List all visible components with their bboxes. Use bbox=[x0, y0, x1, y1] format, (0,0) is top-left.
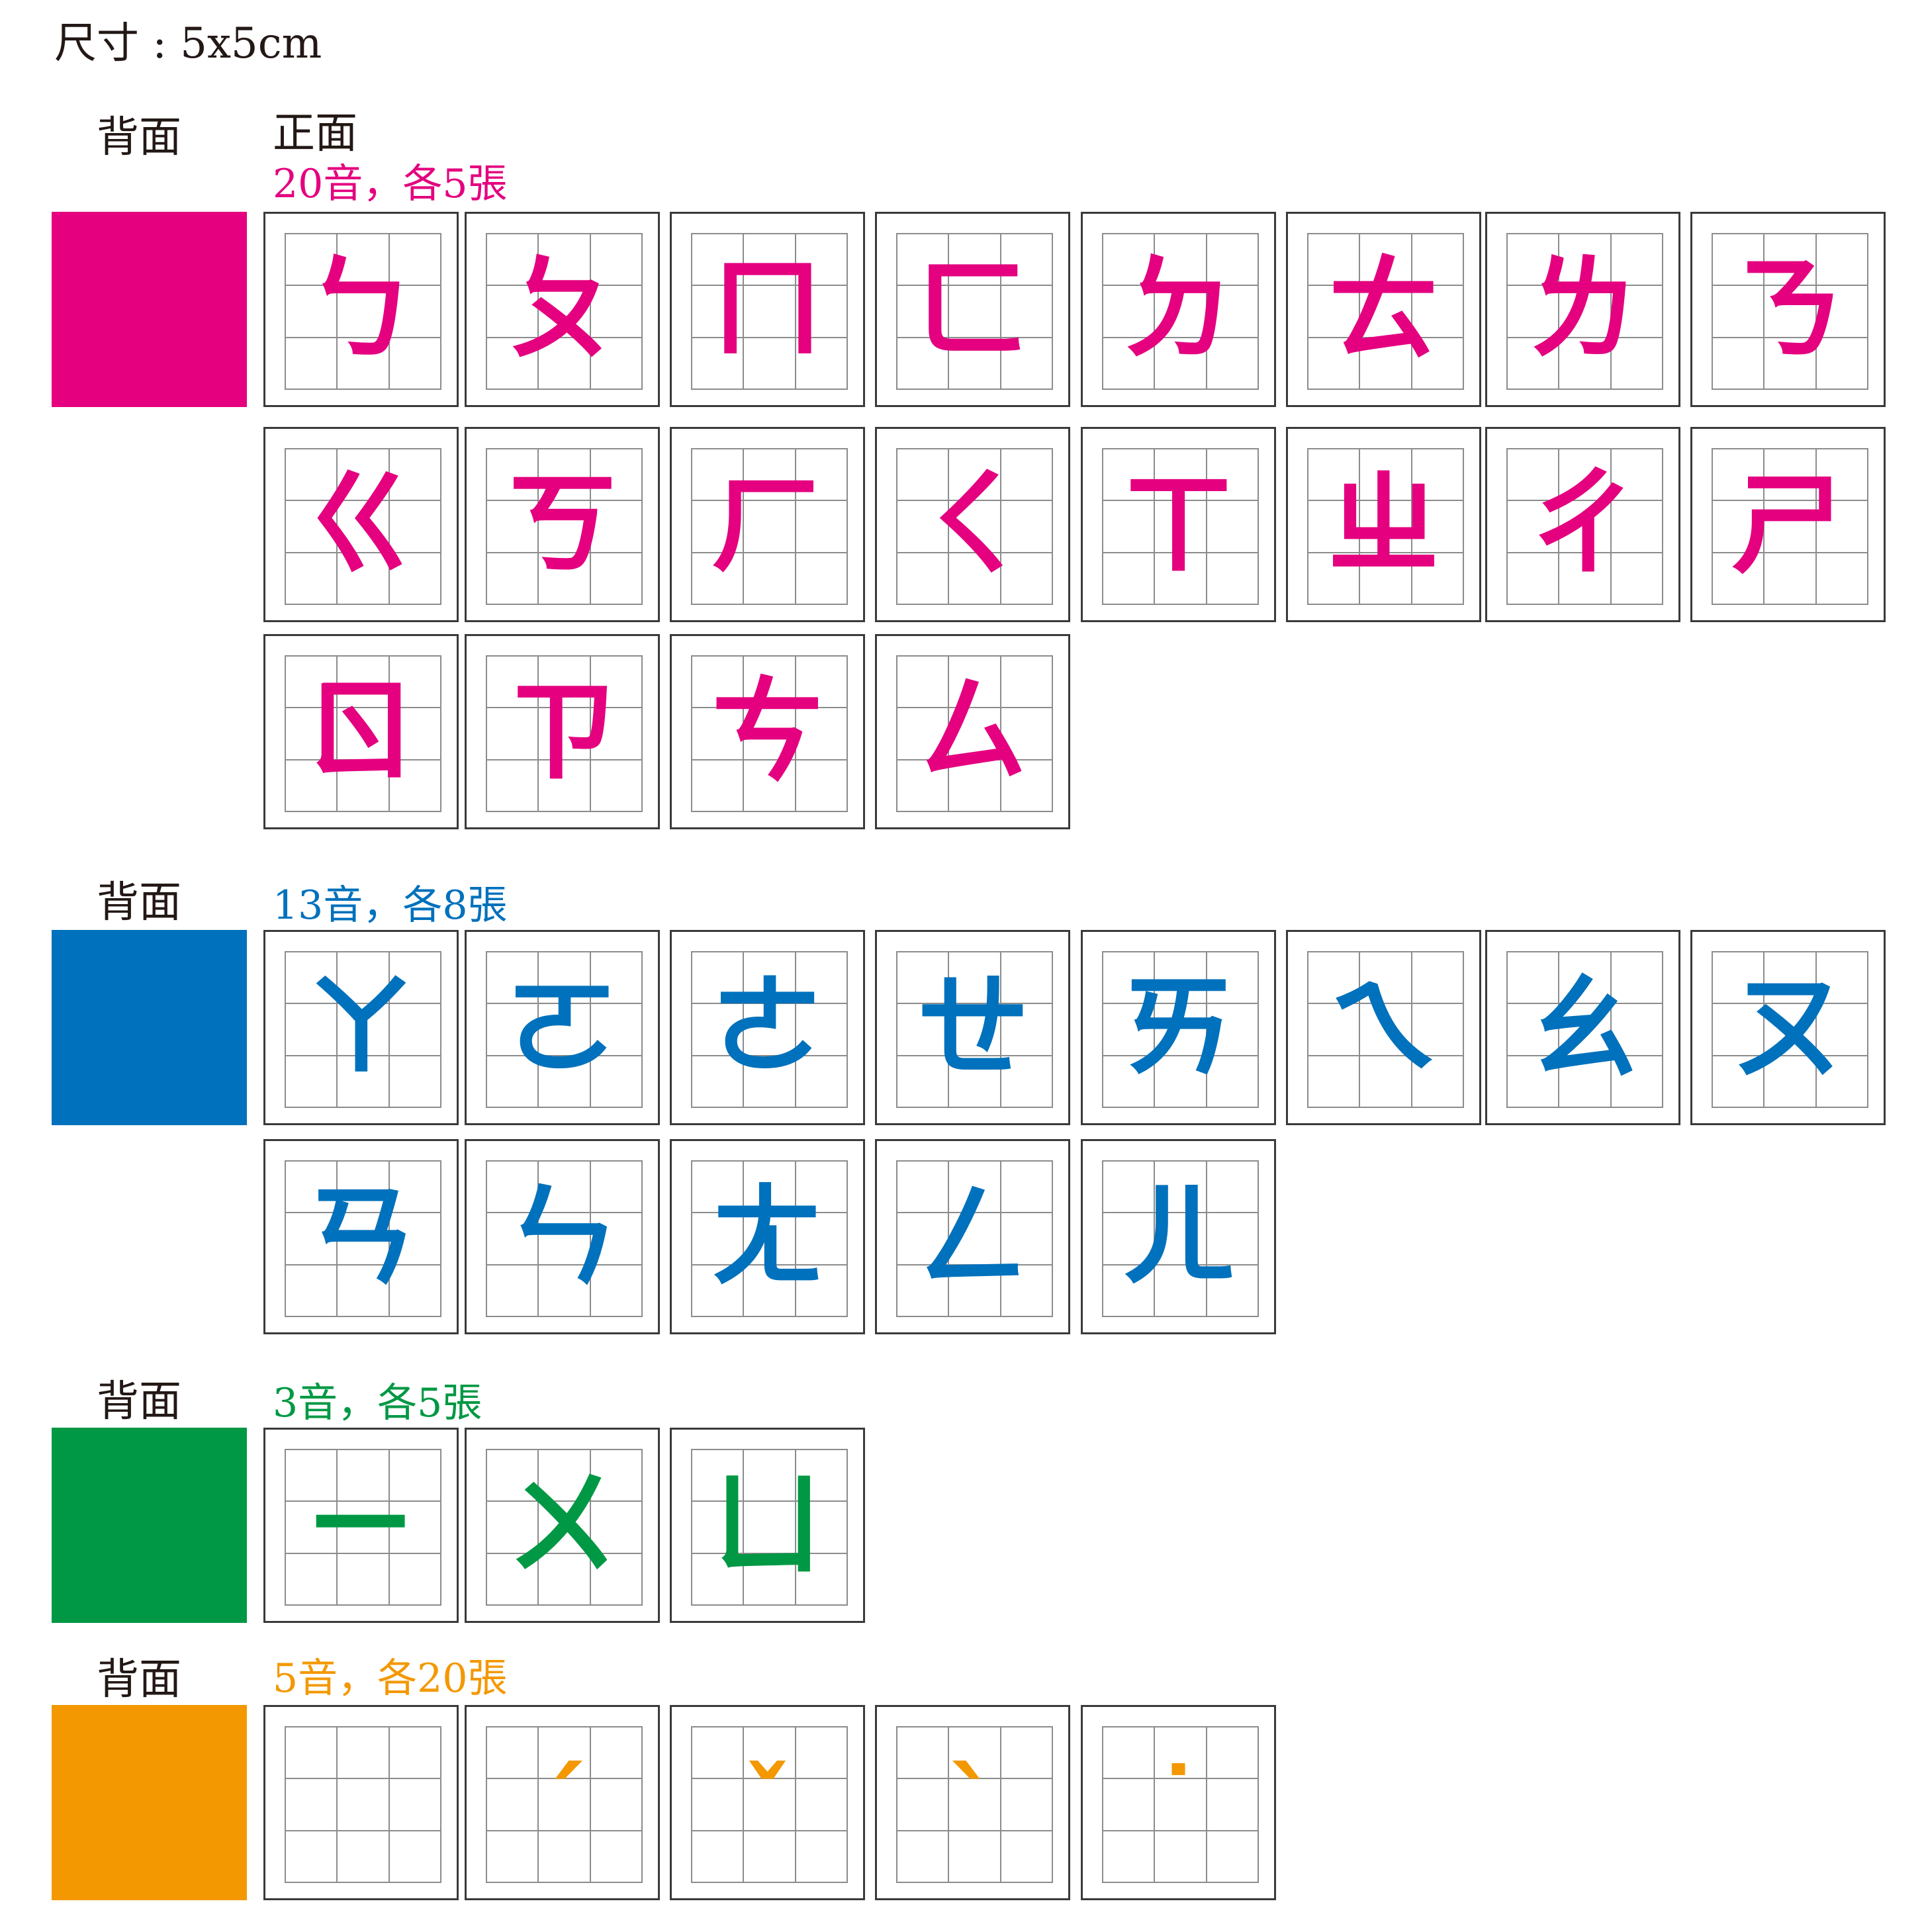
count-label: 5音，各20張 bbox=[273, 1655, 508, 1702]
zhuyin-card: ㄚ bbox=[263, 930, 459, 1125]
zhuyin-card: ㄓ bbox=[1286, 427, 1481, 622]
zhuyin-symbol: ㄅ bbox=[304, 244, 418, 375]
back-color-swatch bbox=[52, 930, 247, 1125]
zhuyin-card: ㄕ bbox=[1690, 427, 1886, 622]
zhuyin-symbol: ㄞ bbox=[1122, 962, 1235, 1093]
zhuyin-symbol: ㄣ bbox=[506, 1171, 619, 1303]
zhuyin-symbol: ㄍ bbox=[304, 459, 418, 590]
zhuyin-card: ˊ bbox=[465, 1705, 660, 1900]
zhuyin-symbol: ˇ bbox=[743, 1748, 792, 1864]
zhuyin-symbol: ㄊ bbox=[1327, 244, 1440, 375]
count-label: 3音，各5張 bbox=[273, 1380, 482, 1426]
zhuyin-symbol: ㄔ bbox=[1526, 459, 1639, 590]
zhuyin-symbol: ㄖ bbox=[304, 666, 418, 798]
zhuyin-card: ㄩ bbox=[670, 1428, 865, 1623]
zhuyin-symbol: ㄓ bbox=[1327, 459, 1440, 590]
zhuyin-card: ㄙ bbox=[875, 634, 1070, 829]
zhuyin-card: ㄏ bbox=[670, 427, 865, 622]
back-label: 背面 bbox=[97, 1655, 181, 1704]
zhuyin-symbol: ㄇ bbox=[711, 244, 824, 375]
zhuyin-symbol: ㄙ bbox=[916, 666, 1029, 798]
zhuyin-symbol: ㄈ bbox=[916, 244, 1029, 375]
zhuyin-symbol: ㄤ bbox=[711, 1171, 824, 1303]
zhuyin-card: ㄧ bbox=[263, 1428, 459, 1623]
count-label: 13音，各8張 bbox=[273, 882, 508, 929]
zhuyin-card: ˋ bbox=[875, 1705, 1070, 1900]
zhuyin-card: ㄨ bbox=[465, 1428, 660, 1623]
zhuyin-symbol: ㄉ bbox=[1122, 244, 1235, 375]
zhuyin-symbol: ˊ bbox=[537, 1748, 587, 1864]
zhuyin-card: ㄑ bbox=[875, 427, 1070, 622]
front-label: 正面 bbox=[273, 109, 357, 158]
count-label: 20音，各5張 bbox=[273, 161, 508, 207]
zhuyin-symbol: ㄧ bbox=[304, 1459, 418, 1591]
zhuyin-card: ㄔ bbox=[1485, 427, 1680, 622]
zhuyin-card: ㄒ bbox=[1081, 427, 1276, 622]
zhuyin-card: ㄢ bbox=[263, 1139, 459, 1334]
zhuyin-symbol: ㄢ bbox=[304, 1171, 418, 1303]
zhuyin-symbol: ㄎ bbox=[506, 459, 619, 590]
back-color-swatch bbox=[52, 212, 247, 407]
zhuyin-card: ㄘ bbox=[670, 634, 865, 829]
back-color-swatch bbox=[52, 1705, 247, 1900]
zhuyin-card: ㄆ bbox=[465, 212, 660, 407]
zhuyin-symbol: ㄟ bbox=[1327, 962, 1440, 1093]
zhuyin-card: ㄟ bbox=[1286, 930, 1481, 1125]
zhuyin-symbol: ㄝ bbox=[916, 962, 1029, 1093]
zhuyin-symbol: ㄗ bbox=[506, 666, 619, 798]
zhuyin-symbol: ㄡ bbox=[1731, 962, 1845, 1093]
zhuyin-card: ˙ bbox=[1081, 1705, 1276, 1900]
zhuyin-card: ㄣ bbox=[465, 1139, 660, 1334]
zhuyin-card: ㄠ bbox=[1485, 930, 1680, 1125]
zhuyin-symbol: ㄏ bbox=[711, 459, 824, 590]
zhuyin-symbol: ㄥ bbox=[916, 1171, 1029, 1303]
zhuyin-card: ㄖ bbox=[263, 634, 459, 829]
zhuyin-symbol: ㄘ bbox=[711, 666, 824, 798]
zhuyin-card: ㄤ bbox=[670, 1139, 865, 1334]
zhuyin-card: ㄅ bbox=[263, 212, 459, 407]
zhuyin-symbol: ˋ bbox=[948, 1748, 997, 1864]
zhuyin-symbol: ㄒ bbox=[1122, 459, 1235, 590]
zhuyin-symbol: ㄨ bbox=[506, 1459, 619, 1591]
zhuyin-symbol: ㄑ bbox=[916, 459, 1029, 590]
zhuyin-symbol: ㄆ bbox=[506, 244, 619, 375]
zhuyin-symbol: ㄠ bbox=[1526, 962, 1639, 1093]
zhuyin-card bbox=[263, 1705, 459, 1900]
size-label: 尺寸 : 5x5cm bbox=[54, 19, 322, 68]
zhuyin-card: ㄍ bbox=[263, 427, 459, 622]
zhuyin-symbol: ㄋ bbox=[1731, 244, 1845, 375]
zhuyin-card: ㄡ bbox=[1690, 930, 1886, 1125]
zhuyin-card: ㄉ bbox=[1081, 212, 1276, 407]
zhuyin-card: ㄞ bbox=[1081, 930, 1276, 1125]
zhuyin-symbol: ㄩ bbox=[711, 1459, 824, 1591]
zhuyin-card: ㄥ bbox=[875, 1139, 1070, 1334]
zhuyin-card: ㄈ bbox=[875, 212, 1070, 407]
zhuyin-symbol: ㄌ bbox=[1526, 244, 1639, 375]
zhuyin-symbol: ㄦ bbox=[1122, 1171, 1235, 1303]
back-color-swatch bbox=[52, 1428, 247, 1623]
zhuyin-card: ㄛ bbox=[465, 930, 660, 1125]
zhuyin-card: ㄎ bbox=[465, 427, 660, 622]
back-label: 背面 bbox=[97, 113, 181, 162]
zhuyin-card: ㄌ bbox=[1485, 212, 1680, 407]
zhuyin-card: ㄜ bbox=[670, 930, 865, 1125]
zhuyin-symbol: ㄜ bbox=[711, 962, 824, 1093]
back-label: 背面 bbox=[97, 878, 181, 927]
zhuyin-symbol: ㄕ bbox=[1731, 459, 1845, 590]
zhuyin-card: ㄋ bbox=[1690, 212, 1886, 407]
zhuyin-symbol bbox=[265, 1707, 457, 1898]
zhuyin-symbol: ㄛ bbox=[506, 962, 619, 1093]
zhuyin-card: ㄊ bbox=[1286, 212, 1481, 407]
zhuyin-symbol: ˙ bbox=[1154, 1748, 1203, 1864]
zhuyin-card: ㄇ bbox=[670, 212, 865, 407]
back-label: 背面 bbox=[97, 1377, 181, 1426]
zhuyin-card: ㄦ bbox=[1081, 1139, 1276, 1334]
zhuyin-card: ㄗ bbox=[465, 634, 660, 829]
zhuyin-card: ㄝ bbox=[875, 930, 1070, 1125]
zhuyin-symbol: ㄚ bbox=[304, 962, 418, 1093]
zhuyin-card: ˇ bbox=[670, 1705, 865, 1900]
